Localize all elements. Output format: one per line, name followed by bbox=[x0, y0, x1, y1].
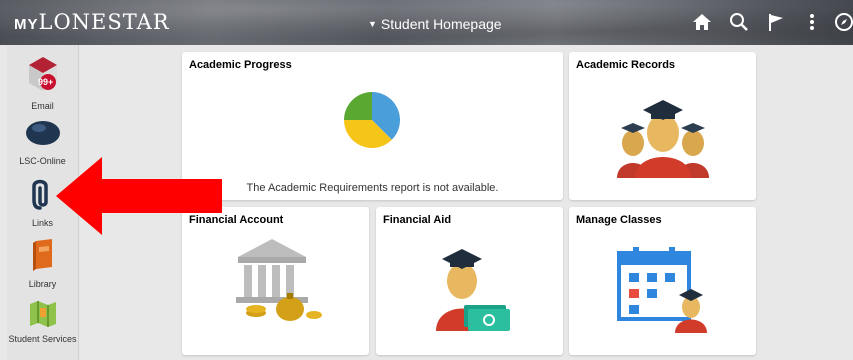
tile-title: Financial Aid bbox=[383, 214, 452, 226]
sidebar-item-label: Library bbox=[28, 279, 57, 289]
sidebar-item-library[interactable]: Library bbox=[7, 237, 78, 289]
sidebar-item-label: Student Services bbox=[8, 334, 77, 344]
email-unread-badge: 99+ bbox=[38, 77, 54, 87]
caret-down-icon: ▼ bbox=[368, 19, 377, 29]
sidebar-item-email[interactable]: 99+ Email bbox=[7, 55, 78, 111]
tile-financial-aid[interactable]: Financial Aid bbox=[376, 207, 563, 355]
calendar-icon bbox=[617, 247, 707, 333]
sidebar-item-student-services[interactable]: Student Services bbox=[7, 298, 78, 344]
homepage-selector-label: Student Homepage bbox=[380, 16, 502, 32]
mouse-icon bbox=[25, 121, 60, 145]
pie-chart-icon bbox=[344, 92, 400, 148]
tile-academic-records[interactable]: Academic Records bbox=[569, 52, 756, 200]
homepage-selector[interactable]: ▼ Student Homepage bbox=[368, 16, 502, 32]
paperclip-icon bbox=[31, 179, 48, 210]
graduates-icon bbox=[617, 100, 709, 178]
email-icon bbox=[28, 57, 57, 91]
red-annotation-arrow bbox=[56, 157, 222, 235]
sidebar-item-label: Email bbox=[31, 101, 54, 111]
tile-title: Manage Classes bbox=[576, 214, 662, 226]
graduate-money-icon bbox=[436, 249, 510, 331]
flag-icon[interactable] bbox=[764, 10, 788, 34]
map-icon bbox=[29, 301, 56, 327]
academic-progress-message: The Academic Requirements report is not … bbox=[246, 182, 499, 194]
book-icon bbox=[32, 239, 52, 271]
search-icon[interactable] bbox=[727, 10, 751, 34]
tile-title: Academic Progress bbox=[189, 59, 292, 71]
tile-title: Academic Records bbox=[576, 59, 676, 71]
tile-academic-progress[interactable]: Academic Progress The Academic Requireme… bbox=[182, 52, 563, 200]
home-icon[interactable] bbox=[690, 10, 714, 34]
top-banner: MYLONESTAR ▼ Student Homepage bbox=[0, 0, 853, 45]
lonestar-logo[interactable]: MYLONESTAR bbox=[14, 10, 170, 34]
bank-icon bbox=[236, 239, 322, 321]
logo-lonestar-text: LONESTAR bbox=[38, 10, 170, 34]
navbar-compass-icon[interactable] bbox=[832, 10, 853, 34]
tile-manage-classes[interactable]: Manage Classes bbox=[569, 207, 756, 355]
logo-my-text: MY bbox=[14, 16, 39, 33]
more-options-icon[interactable] bbox=[800, 10, 824, 34]
